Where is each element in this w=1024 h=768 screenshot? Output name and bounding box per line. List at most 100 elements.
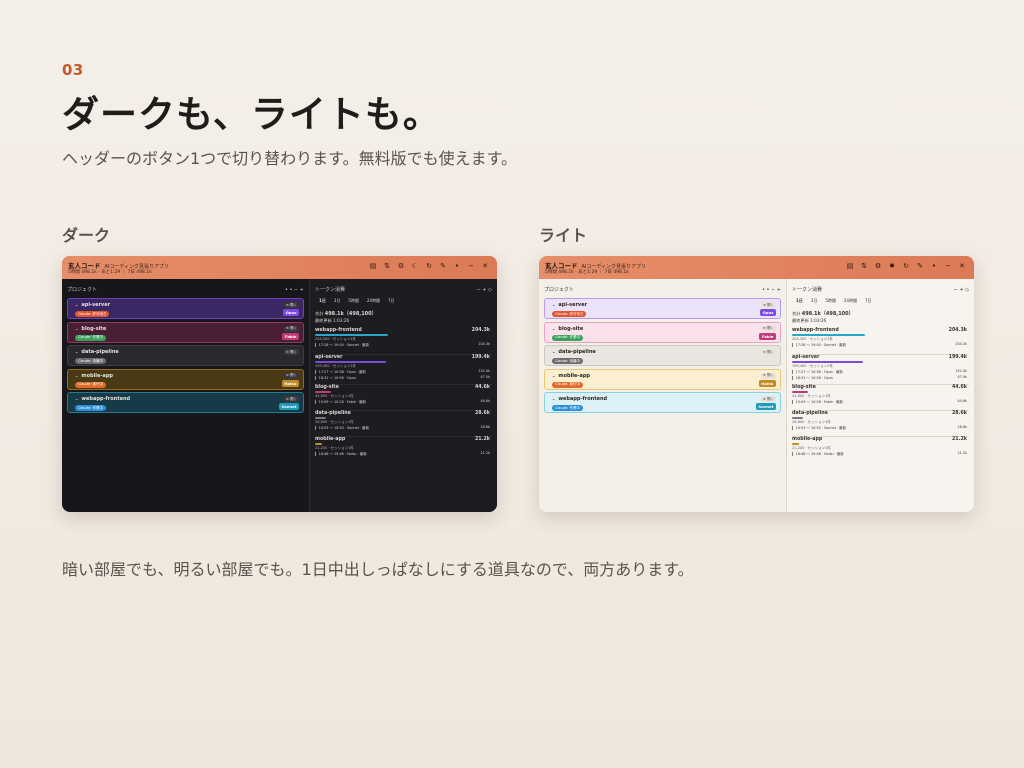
open-button[interactable]: ≡ 開く: [283, 325, 299, 332]
usage-row: mobile-app 21.2k 21,200 · セッション1件 ▎ 16:48 〜…: [315, 436, 492, 458]
open-button[interactable]: ≡ 開く: [760, 302, 776, 308]
project-card[interactable]: ⌄ api-server Claude: 許可待ち ≡ 開く Opus: [544, 298, 781, 319]
chevron-down-icon[interactable]: ⌄: [552, 302, 555, 307]
open-button[interactable]: ≡ 開く: [283, 302, 299, 308]
usage-row: webapp-frontend 204.3k 204,300 · セッション1件 ▎ …: [792, 328, 969, 350]
projects-pane: プロジェクト • • − + ⌄ api-server Claude: 許可待ち ≡ 開く…: [539, 279, 786, 512]
chevron-down-icon[interactable]: ⌄: [75, 373, 78, 378]
sort-icon[interactable]: ⇅: [383, 262, 391, 271]
settings-icon[interactable]: ⚙: [397, 262, 405, 271]
list-icon[interactable]: ▤: [846, 262, 854, 271]
project-card[interactable]: ⌄ blog-site Claude: 作業中 ≡ 開く Fable: [544, 321, 781, 343]
session-value: 152.4k: [478, 369, 490, 373]
usage-meta: 5時間 498.1k · あと1:29 ｜ 7日 498.1k: [545, 270, 629, 275]
open-button[interactable]: ≡ 開く: [760, 396, 776, 402]
session-entry: ▎ 18:31 〜 10:56 · Opus 47.0k: [792, 375, 969, 380]
tab-range[interactable]: 3日: [811, 298, 818, 304]
usage-header-icons[interactable]: − + ◇: [954, 287, 969, 293]
last-updated: 最終更新 1:03:26: [315, 318, 350, 323]
usage-detail: 204,300 · セッション1件: [315, 336, 357, 341]
projects-header-icons[interactable]: • • − +: [285, 287, 304, 293]
usage-project-name: data-pipeline: [315, 411, 351, 416]
usage-bar: [315, 417, 326, 419]
refresh-icon[interactable]: ↻: [902, 262, 910, 271]
project-card[interactable]: ⌄ webapp-frontend Claude: 作業中 ≡ 開く Sonnet: [67, 392, 304, 413]
project-name: ⌄ mobile-app: [75, 372, 114, 379]
project-card[interactable]: ⌄ blog-site Claude: 作業中 ≡ 開く Fable: [67, 321, 304, 343]
usage-pane: トークン消費 − + ◇ 1日 3日 5時間 24時間 7日 合計 498.1k（498,10…: [309, 279, 497, 512]
minimize-icon[interactable]: −: [944, 262, 952, 271]
usage-project-name: webapp-frontend: [315, 328, 362, 333]
usage-row: api-server 199.4k 199,400 · セッション2件 ▎ 17:27…: [315, 354, 492, 380]
project-card[interactable]: ⌄ mobile-app Claude: 実行中 ≡ 開く Haiku: [544, 368, 781, 390]
status-badge: Claude: 待機中: [552, 358, 583, 364]
usage-detail: 44,600 · セッション1件: [315, 393, 354, 398]
minimize-icon[interactable]: −: [467, 262, 475, 271]
chevron-down-icon[interactable]: ⌄: [75, 349, 78, 354]
usage-project-name: mobile-app: [315, 437, 346, 442]
model-badge: Opus: [760, 309, 776, 316]
open-button[interactable]: ≡ 開く: [760, 372, 776, 379]
tab-range[interactable]: 1日: [319, 298, 326, 304]
open-button[interactable]: ≡ 開く: [283, 396, 299, 402]
project-card[interactable]: ⌄ data-pipeline Claude: 待機中 ≡ 開く: [67, 345, 304, 366]
chevron-down-icon[interactable]: ⌄: [552, 373, 555, 378]
settings-icon[interactable]: ⚙: [874, 262, 882, 271]
session-text: ▎ 16:48 〜 19:46 · Haiku · 最新: [792, 452, 844, 456]
tab-range[interactable]: 5時間: [825, 298, 836, 304]
project-name: ⌄ webapp-frontend: [75, 396, 131, 402]
session-text: ▎ 17:26 〜 19:00 · Sonnet · 最新: [792, 343, 846, 347]
project-card[interactable]: ⌄ mobile-app Claude: 実行中 ≡ 開く Haiku: [67, 368, 304, 390]
tab-range[interactable]: 24時間: [844, 298, 857, 304]
open-button[interactable]: ≡ 開く: [283, 349, 299, 355]
label-light: ライト: [539, 226, 588, 245]
theme-icon[interactable]: ✸: [888, 262, 896, 271]
projects-header-icons[interactable]: • • − +: [762, 287, 781, 293]
session-value: 28.6k: [957, 425, 967, 429]
usage-meta: 5時間 498.1k · あと1:29 ｜ 7日 498.1k: [68, 270, 152, 275]
pin-icon[interactable]: ✎: [439, 262, 447, 271]
pin-icon[interactable]: ✎: [916, 262, 924, 271]
open-button[interactable]: ≡ 開く: [760, 325, 776, 332]
tab-range[interactable]: 7日: [865, 298, 872, 304]
chevron-down-icon[interactable]: ⌄: [552, 326, 555, 331]
dot-icon[interactable]: •: [930, 262, 938, 271]
list-icon[interactable]: ▤: [369, 262, 377, 271]
usage-detail: 199,400 · セッション2件: [315, 363, 357, 368]
tab-range[interactable]: 5時間: [348, 298, 359, 304]
tab-range[interactable]: 3日: [334, 298, 341, 304]
chevron-down-icon[interactable]: ⌄: [552, 349, 555, 354]
chevron-down-icon[interactable]: ⌄: [75, 302, 78, 307]
project-card[interactable]: ⌄ api-server Claude: 許可待ち ≡ 開く Opus: [67, 298, 304, 319]
chevron-down-icon[interactable]: ⌄: [75, 396, 78, 401]
dot-icon[interactable]: •: [453, 262, 461, 271]
chevron-down-icon[interactable]: ⌄: [552, 396, 555, 401]
session-text: ▎ 17:27 〜 10:36 · Opus · 最新: [315, 370, 366, 374]
project-card[interactable]: ⌄ data-pipeline Claude: 待機中 ≡ 開く: [544, 345, 781, 366]
tab-range[interactable]: 7日: [388, 298, 395, 304]
usage-row: data-pipeline 28.6k 28,600 · セッション1件 ▎ 10:5…: [792, 410, 969, 432]
tab-range[interactable]: 1日: [796, 298, 803, 304]
session-entry: ▎ 15:09 〜 10:26 · Fable · 最新 44.6k: [792, 399, 969, 404]
range-tabs: 1日 3日 5時間 24時間 7日: [796, 298, 969, 304]
sort-icon[interactable]: ⇅: [860, 262, 868, 271]
session-entry: ▎ 17:26 〜 19:00 · Sonnet · 最新 204.3k: [315, 342, 492, 347]
close-icon[interactable]: ✕: [958, 262, 966, 271]
session-text: ▎ 18:31 〜 10:56 · Opus: [792, 375, 833, 380]
project-card[interactable]: ⌄ webapp-frontend Claude: 作業中 ≡ 開く Sonnet: [544, 392, 781, 413]
usage-row: api-server 199.4k 199,400 · セッション2件 ▎ 17:27…: [792, 354, 969, 380]
titlebar: 玄人コード AIコーディング見張りアプリ 5時間 498.1k · あと1:29 ｜…: [539, 256, 974, 279]
theme-icon[interactable]: ☾: [411, 262, 419, 271]
session-text: ▎ 15:09 〜 10:26 · Fable · 最新: [315, 400, 366, 404]
chevron-down-icon[interactable]: ⌄: [75, 326, 78, 331]
usage-header-icons[interactable]: − + ◇: [477, 287, 492, 293]
tab-range[interactable]: 24時間: [367, 298, 380, 304]
usage-total-value: 498.1k（498,100）: [801, 311, 854, 317]
refresh-icon[interactable]: ↻: [425, 262, 433, 271]
projects-pane: プロジェクト • • − + ⌄ api-server Claude: 許可待ち ≡ 開く…: [62, 279, 309, 512]
open-button[interactable]: ≡ 開く: [283, 372, 299, 379]
close-icon[interactable]: ✕: [481, 262, 489, 271]
last-updated: 最終更新 1:03:26: [792, 318, 827, 323]
usage-detail: 21,200 · セッション1件: [792, 445, 831, 450]
open-button[interactable]: ≡ 開く: [760, 349, 776, 355]
